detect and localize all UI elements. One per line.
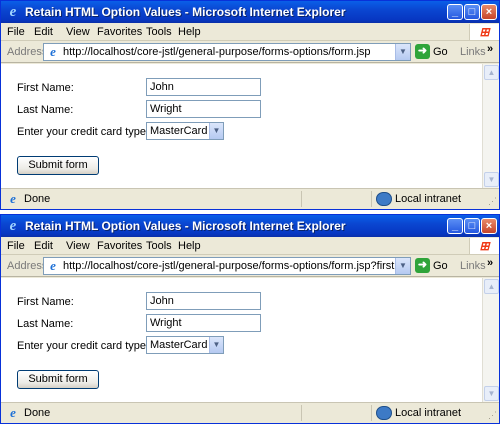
go-arrow-icon[interactable]: ➜ [415, 258, 430, 273]
zone-text: Local intranet [395, 193, 462, 205]
menu-edit[interactable]: Edit [34, 26, 53, 38]
page-content: First Name: John Last Name: Wright Enter… [1, 64, 482, 188]
status-text: Done [24, 407, 51, 419]
go-button[interactable]: Go [433, 46, 448, 58]
maximize-button[interactable]: □ [464, 218, 480, 234]
chevron-down-icon[interactable]: ▼ [209, 337, 223, 353]
card-type-select[interactable]: MasterCard ▼ [146, 122, 224, 140]
scroll-up-icon[interactable]: ▲ [484, 65, 499, 80]
last-name-input[interactable]: Wright [146, 314, 261, 332]
menu-file[interactable]: File [7, 26, 25, 38]
submit-button[interactable]: Submit form [17, 370, 99, 389]
maximize-button[interactable]: □ [464, 4, 480, 20]
first-name-label: First Name: [17, 82, 74, 94]
browser-window-1: e Retain HTML Option Values - Microsoft … [0, 0, 500, 210]
page-done-icon: e [10, 191, 16, 206]
scroll-up-icon[interactable]: ▲ [484, 279, 499, 294]
links-label[interactable]: Links [460, 260, 486, 272]
status-divider [301, 405, 302, 421]
status-divider [371, 405, 372, 421]
card-type-label: Enter your credit card type: [17, 126, 150, 138]
first-name-label: First Name: [17, 296, 74, 308]
go-arrow-icon[interactable]: ➜ [415, 44, 430, 59]
address-url: http://localhost/core-jstl/general-purpo… [63, 260, 410, 272]
title-bar[interactable]: e Retain HTML Option Values - Microsoft … [1, 215, 499, 237]
window-title: Retain HTML Option Values - Microsoft In… [25, 5, 346, 19]
minimize-button[interactable]: _ [447, 4, 463, 20]
browser-window-2: e Retain HTML Option Values - Microsoft … [0, 214, 500, 424]
menu-file[interactable]: File [7, 240, 25, 252]
first-name-input[interactable]: John [146, 292, 261, 310]
address-input[interactable]: e http://localhost/core-jstl/general-pur… [43, 43, 411, 61]
menu-bar: File Edit View Favorites Tools Help ⊞ [1, 23, 499, 41]
status-bar: e Done Local intranet ⋰ [1, 402, 499, 423]
page-content: First Name: John Last Name: Wright Enter… [1, 278, 482, 402]
address-label: Address [7, 260, 48, 272]
intranet-zone-icon [376, 406, 392, 420]
status-text: Done [24, 193, 51, 205]
card-type-value: MasterCard [150, 125, 208, 137]
ie-icon: e [9, 4, 17, 20]
address-bar: Address e http://localhost/core-jstl/gen… [1, 255, 499, 277]
window-title: Retain HTML Option Values - Microsoft In… [25, 219, 346, 233]
menu-bar: File Edit View Favorites Tools Help ⊞ [1, 237, 499, 255]
address-label: Address [7, 46, 48, 58]
zone-text: Local intranet [395, 407, 462, 419]
windows-logo-icon: ⊞ [469, 24, 499, 40]
page-icon: e [50, 44, 56, 59]
chevron-right-icon[interactable]: » [487, 257, 493, 269]
status-divider [301, 191, 302, 207]
menu-favorites[interactable]: Favorites [97, 26, 142, 38]
card-type-select[interactable]: MasterCard ▼ [146, 336, 224, 354]
menu-tools[interactable]: Tools [146, 26, 172, 38]
last-name-input[interactable]: Wright [146, 100, 261, 118]
last-name-label: Last Name: [17, 318, 74, 330]
resize-grip-icon[interactable]: ⋰ [488, 410, 497, 421]
menu-help[interactable]: Help [178, 240, 201, 252]
first-name-input[interactable]: John [146, 78, 261, 96]
status-bar: e Done Local intranet ⋰ [1, 188, 499, 209]
close-button[interactable]: × [481, 218, 497, 234]
resize-grip-icon[interactable]: ⋰ [488, 196, 497, 207]
intranet-zone-icon [376, 192, 392, 206]
go-button[interactable]: Go [433, 260, 448, 272]
menu-help[interactable]: Help [178, 26, 201, 38]
ie-icon: e [9, 218, 17, 234]
address-url: http://localhost/core-jstl/general-purpo… [63, 46, 371, 58]
links-label[interactable]: Links [460, 46, 486, 58]
address-dropdown-icon[interactable]: ▼ [395, 44, 410, 60]
chevron-right-icon[interactable]: » [487, 43, 493, 55]
status-divider [371, 191, 372, 207]
scroll-down-icon[interactable]: ▼ [484, 386, 499, 401]
chevron-down-icon[interactable]: ▼ [209, 123, 223, 139]
vertical-scrollbar[interactable]: ▲ ▼ [482, 64, 499, 188]
minimize-button[interactable]: _ [447, 218, 463, 234]
card-type-value: MasterCard [150, 339, 208, 351]
submit-button[interactable]: Submit form [17, 156, 99, 175]
address-input[interactable]: e http://localhost/core-jstl/general-pur… [43, 257, 411, 275]
menu-edit[interactable]: Edit [34, 240, 53, 252]
page-icon: e [50, 258, 56, 273]
card-type-label: Enter your credit card type: [17, 340, 150, 352]
close-button[interactable]: × [481, 4, 497, 20]
title-bar[interactable]: e Retain HTML Option Values - Microsoft … [1, 1, 499, 23]
menu-tools[interactable]: Tools [146, 240, 172, 252]
menu-view[interactable]: View [66, 240, 90, 252]
last-name-label: Last Name: [17, 104, 74, 116]
page-done-icon: e [10, 405, 16, 420]
address-dropdown-icon[interactable]: ▼ [395, 258, 410, 274]
menu-favorites[interactable]: Favorites [97, 240, 142, 252]
windows-logo-icon: ⊞ [469, 238, 499, 254]
vertical-scrollbar[interactable]: ▲ ▼ [482, 278, 499, 402]
address-bar: Address e http://localhost/core-jstl/gen… [1, 41, 499, 63]
scroll-down-icon[interactable]: ▼ [484, 172, 499, 187]
menu-view[interactable]: View [66, 26, 90, 38]
